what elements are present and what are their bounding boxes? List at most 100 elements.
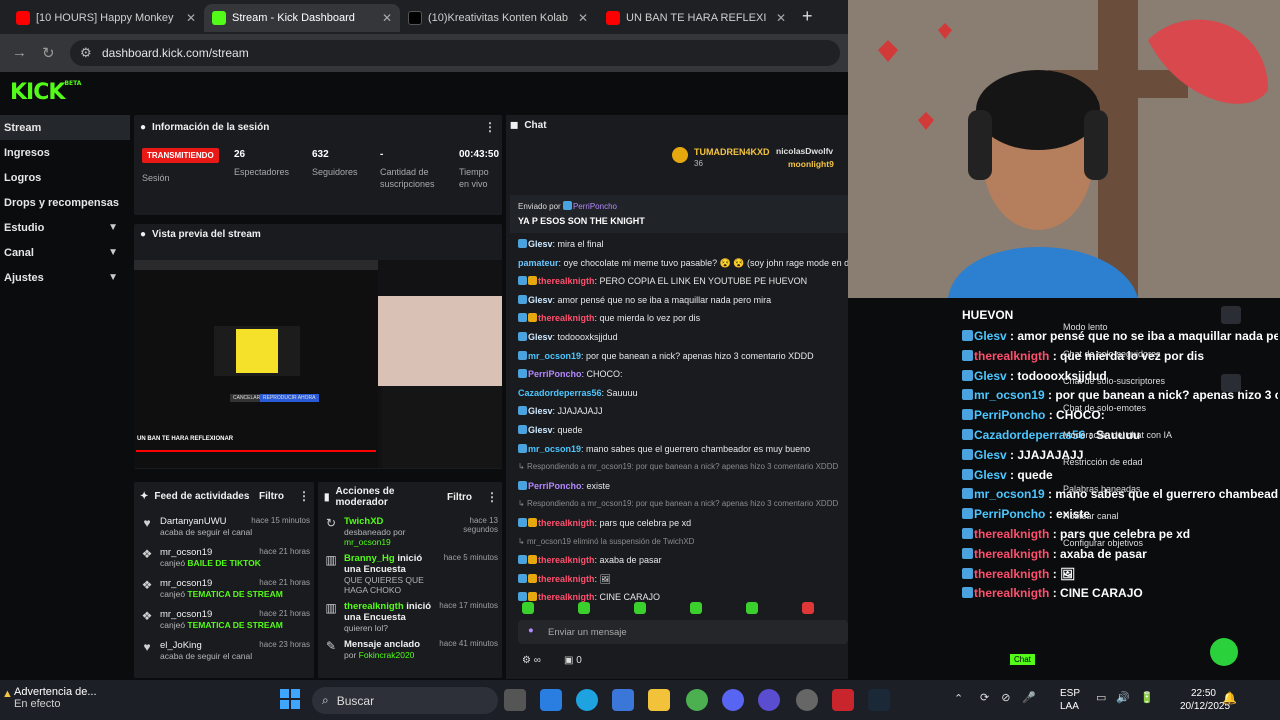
close-tab-icon[interactable]: ✕ (186, 11, 196, 25)
more-options-icon[interactable]: ⋮ (484, 120, 496, 134)
chat-username[interactable]: Glesv (528, 295, 553, 305)
chat-setting-item[interactable]: Restricción de edad (1063, 457, 1143, 467)
sidebar-item-canal[interactable]: Canal ▼ (0, 240, 130, 265)
taskview-icon[interactable] (504, 689, 526, 711)
chat-setting-item[interactable]: Palabras baneadas (1063, 484, 1141, 494)
overlay-chat-button[interactable]: Chat (1010, 654, 1035, 665)
chat-message[interactable]: Glesv: mira el final (518, 239, 604, 249)
sidebar-item-ingresos[interactable]: Ingresos (0, 140, 130, 165)
sidebar-item-logros[interactable]: Logros (0, 165, 130, 190)
emote-icon[interactable] (690, 602, 702, 614)
app-icon[interactable] (832, 689, 854, 711)
browser-tab[interactable]: (10)Kreativitas Konten Kolabora ✕ (400, 4, 596, 32)
kick-logo[interactable]: KICKBETA (10, 80, 81, 105)
sidebar-item-ajustes[interactable]: Ajustes ▼ (0, 265, 130, 290)
stream-preview-video[interactable]: CANCELAR REPRODUCIR AHORA UN BAN TE HARA… (134, 260, 502, 468)
clock[interactable]: 22:50 20/12/2025 (1180, 687, 1230, 713)
mod-by[interactable]: mr_ocson19 (344, 537, 391, 547)
chat-username[interactable]: Glesv (528, 332, 553, 342)
pinned-message[interactable]: Enviado por PerriPoncho YA P ESOS SON TH… (510, 195, 848, 233)
chat-setting-item[interactable]: Modo lento (1063, 322, 1108, 332)
chat-username[interactable]: Glesv (528, 425, 553, 435)
edge-icon[interactable] (576, 689, 598, 711)
close-tab-icon[interactable]: ✕ (578, 11, 588, 25)
chat-message[interactable]: therealknigth: pars que celebra pe xd (518, 518, 691, 528)
list-item[interactable]: ❖ mr_ocson19 hace 21 horas canjeó BAILE DE … (140, 547, 310, 568)
chat-username[interactable]: mr_ocson19 (528, 444, 581, 454)
chat-message[interactable]: Glesv: JJAJAJAJJ (518, 406, 603, 416)
chat-setting-item[interactable]: Configurar objetivos (1063, 538, 1143, 548)
mod-user[interactable]: Mensaje anclado (344, 639, 420, 650)
chat-settings-icon[interactable]: ⚙ ∞ (522, 655, 541, 666)
list-item[interactable]: ↻ TwichXD desbaneado por mr_ocson19 hace 13… (324, 516, 498, 547)
chat-message[interactable]: Glesv: amor pensé que no se iba a maquil… (518, 294, 771, 305)
chrome-icon[interactable] (686, 689, 708, 711)
filter-button[interactable]: Filtro (447, 492, 472, 503)
chat-input[interactable]: ● Enviar un mensaje (518, 620, 848, 644)
chat-username[interactable]: therealknigth (538, 574, 595, 584)
folder-icon[interactable] (648, 689, 670, 711)
list-item[interactable]: ♥ el_JoKing hace 23 horas acaba de seguir e… (140, 640, 310, 661)
new-tab-button[interactable]: + (802, 6, 813, 27)
list-item[interactable]: ▥ therealknigth inició una Encuesta quiere… (324, 601, 498, 633)
feed-user[interactable]: mr_ocson19 (160, 609, 212, 620)
top-user-name[interactable]: moonlight9 (788, 159, 834, 169)
chat-username[interactable]: therealknigth (538, 276, 595, 286)
chat-username[interactable]: Cazadordeperras56 (518, 388, 602, 398)
chat-username[interactable]: PerriPoncho (528, 369, 582, 379)
list-item[interactable]: ✎ Mensaje anclado por Fokincrak2020 hace 41… (324, 639, 498, 669)
chat-message[interactable]: therealknigth: CINE CARAJO (518, 592, 660, 602)
browser-tab-active[interactable]: Stream - Kick Dashboard ✕ (204, 4, 400, 32)
list-item[interactable]: ♥ DartanyanUWU hace 15 minutos acaba de seg… (140, 516, 310, 537)
chat-toggle-icon[interactable] (1221, 306, 1241, 324)
settings-icon[interactable] (796, 689, 818, 711)
store-icon[interactable] (612, 689, 634, 711)
support-icon[interactable] (1210, 638, 1238, 666)
language-indicator[interactable]: ESP LAA (1060, 687, 1080, 713)
chat-username[interactable]: pamateur (518, 258, 559, 268)
chat-setting-item[interactable]: Chat de solo-suscriptores (1063, 376, 1165, 386)
site-settings-icon[interactable]: ⚙ (80, 45, 92, 61)
chat-message[interactable]: PerriPoncho: existe (518, 480, 610, 491)
emote-icon[interactable] (802, 602, 814, 614)
emote-icon[interactable] (634, 602, 646, 614)
top-user-name[interactable]: nicolasDwolfv (776, 146, 833, 156)
feed-user[interactable]: DartanyanUWU (160, 516, 227, 527)
warning-notification[interactable]: ▲ Advertencia de... En efecto (2, 686, 97, 710)
chat-message[interactable]: Glesv: quede (518, 425, 583, 435)
chat-username[interactable]: Glesv (528, 239, 553, 249)
chat-message[interactable]: pamateur: oye chocolate mi meme tuvo pas… (518, 258, 848, 269)
list-item[interactable]: ❖ mr_ocson19 hace 21 horas canjeó TEMATICA … (140, 609, 310, 630)
chat-message[interactable]: therealknigth: PERO COPIA EL LINK EN YOU… (518, 276, 807, 286)
chat-username[interactable]: therealknigth (538, 592, 595, 602)
windows-start-icon[interactable] (280, 689, 300, 709)
more-options-icon[interactable]: ⋮ (298, 489, 310, 503)
steam-icon[interactable] (868, 689, 890, 711)
mod-user[interactable]: Branny_Hg (344, 553, 395, 564)
emote-picker-icon[interactable]: ● (528, 625, 534, 636)
app-icon[interactable] (540, 689, 562, 711)
chat-setting-item[interactable]: Chat de solo-seguidores (1063, 349, 1161, 359)
emote-icon[interactable] (578, 602, 590, 614)
system-tray-icons[interactable]: ▭🔊🔋 (1096, 691, 1164, 704)
chat-username[interactable]: mr_ocson19 (528, 351, 581, 361)
list-item[interactable]: ❖ mr_ocson19 hace 21 horas canjeó TEMATICA … (140, 578, 310, 599)
chat-username[interactable]: therealknigth (538, 518, 595, 528)
chat-setting-item[interactable]: Hostear canal (1063, 511, 1119, 521)
sidebar-item-stream[interactable]: Stream (0, 115, 130, 140)
tray-expand-icon[interactable]: ⌃ (954, 692, 963, 705)
chat-message[interactable]: PerriPoncho: CHOCO: (518, 369, 623, 379)
list-item[interactable]: ▥ Branny_Hg inició una Encuesta QUE QUIERE… (324, 553, 498, 595)
tray-icons[interactable]: ⟳⊘🎤 (980, 691, 1048, 704)
chat-message[interactable]: therealknigth: que mierda lo vez por dis (518, 313, 700, 323)
close-tab-icon[interactable]: ✕ (776, 11, 786, 25)
chat-username[interactable]: therealknigth (538, 313, 595, 323)
mod-by[interactable]: Fokincrak2020 (359, 650, 415, 660)
mod-user[interactable]: TwichXD (344, 516, 383, 527)
address-bar[interactable]: ⚙ dashboard.kick.com/stream (70, 40, 840, 66)
sidebar-item-estudio[interactable]: Estudio ▼ (0, 215, 130, 240)
chat-message[interactable]: Cazadordeperras56: Sauuuu (518, 388, 638, 398)
chat-username[interactable]: therealknigth (538, 555, 595, 565)
chat-username[interactable]: Glesv (528, 406, 553, 416)
notifications-icon[interactable]: 🔔 (1222, 691, 1237, 705)
